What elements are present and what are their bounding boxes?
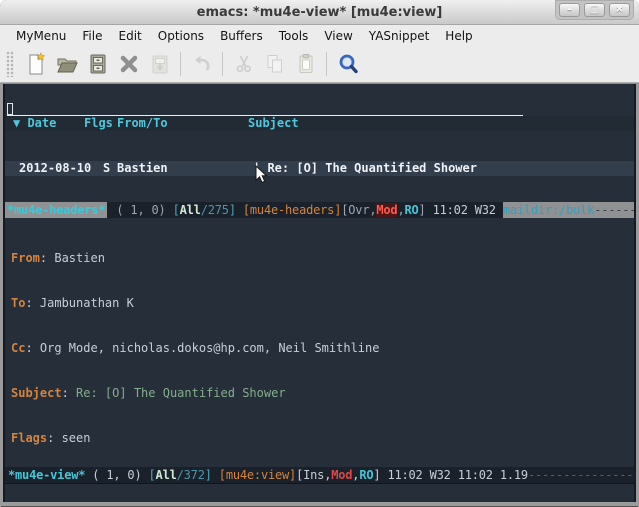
field-value-to: Jambunathan K: [40, 296, 134, 310]
menu-edit[interactable]: Edit: [111, 27, 150, 45]
toolbar-separator: [222, 52, 223, 76]
save-icon[interactable]: [82, 50, 113, 78]
modeline-mu4e-headers[interactable]: *mu4e-headers* ( 1, 0) [ All /275 ] [mu4…: [5, 202, 634, 218]
field-label-from: From: [11, 251, 40, 265]
column-flags: Flgs: [84, 116, 117, 131]
row-subject: | Re: [O] The Quantified Shower: [253, 161, 634, 176]
modeline-filter-all: All: [156, 467, 177, 483]
modeline-mu4e-view[interactable]: *mu4e-view* ( 1, 0) [ All /372 ] [mu4e:v…: [5, 467, 634, 483]
message-row-selected[interactable]: 2012-08-10 S Bastien | Re: [O] The Quant…: [5, 161, 634, 176]
minibuffer-echo-area[interactable]: [5, 483, 634, 502]
mu4e-view-window: From: Bastien To: Jambunathan K Cc: Org …: [5, 218, 634, 467]
modeline-maildir: maildir:/bulk: [503, 203, 594, 217]
modeline-dashes: ----------------------------------------…: [528, 467, 634, 483]
menu-buffers[interactable]: Buffers: [212, 27, 271, 45]
selected-row-underline: [7, 115, 523, 116]
column-subject: Subject: [248, 116, 634, 131]
menu-file[interactable]: File: [74, 27, 110, 45]
cut-icon: [228, 50, 259, 78]
modeline-dashes: ----------------------------------------…: [594, 203, 634, 217]
open-file-icon[interactable]: [51, 50, 82, 78]
headers-column-row: ▼ Date Flgs From/To Subject: [5, 116, 634, 131]
row-from: Bastien: [117, 161, 253, 176]
row-flags: S: [103, 161, 117, 176]
new-file-icon[interactable]: [20, 50, 51, 78]
menu-view[interactable]: View: [316, 27, 360, 45]
column-from: From/To: [117, 116, 248, 131]
field-value-subject: Re: [O] The Quantified Shower: [76, 386, 286, 400]
undo-icon: [186, 50, 217, 78]
field-value-flags: seen: [62, 431, 91, 445]
field-value-cc: Org Mode, nicholas.dokos@hp.com, Neil Sm…: [40, 341, 380, 355]
toolbar-separator: [326, 52, 327, 76]
column-date: ▼ Date: [13, 116, 84, 131]
modeline-flag-ins: Ins: [303, 467, 324, 483]
modeline-filter-count: /275: [201, 203, 229, 217]
modeline-flag-ovr: Ovr: [348, 203, 369, 217]
menu-bar: MyMenu File Edit Options Buffers Tools V…: [0, 25, 639, 46]
mu4e-headers-window: ▼ Date Flgs From/To Subject 2012-08-10 S…: [5, 84, 634, 202]
close-button[interactable]: ×: [609, 3, 630, 17]
toolbar-separator: [180, 52, 181, 76]
modeline-buffer-name: *mu4e-headers*: [5, 202, 107, 218]
field-label-subject: Subject: [11, 386, 62, 400]
emacs-frame: ▼ Date Flgs From/To Subject 2012-08-10 S…: [0, 83, 639, 506]
toolbar-grip[interactable]: [6, 51, 14, 77]
modeline-position: ( 1, 0): [85, 467, 148, 483]
window-title: emacs: *mu4e-view* [mu4e:view]: [197, 5, 443, 20]
tool-bar: [0, 46, 639, 83]
menu-mymenu[interactable]: MyMenu: [8, 27, 74, 45]
field-label-cc: Cc: [11, 341, 25, 355]
menu-tools[interactable]: Tools: [271, 27, 317, 45]
field-label-to: To: [11, 296, 25, 310]
text-cursor: [7, 103, 13, 115]
row-date: 2012-08-10: [19, 161, 103, 176]
window-controls: – □ ×: [555, 0, 634, 20]
modeline-flag-ro: RO: [404, 203, 418, 217]
modeline-flag-mod: Mod: [376, 203, 397, 217]
minimize-button[interactable]: –: [559, 3, 580, 17]
modeline-position: ( 1, 0): [109, 203, 172, 217]
modeline-major-mode: [mu4e:view]: [219, 467, 296, 483]
field-label-flags: Flags: [11, 431, 47, 445]
modeline-filter-all: All: [180, 203, 201, 217]
save-as-icon: [144, 50, 175, 78]
modeline-time: 11:02 W32: [426, 203, 503, 217]
menu-yasnippet[interactable]: YASnippet: [361, 27, 438, 45]
maximize-button[interactable]: □: [584, 3, 605, 17]
modeline-major-mode: [mu4e-headers]: [243, 203, 341, 217]
titlebar: emacs: *mu4e-view* [mu4e:view] – □ ×: [0, 0, 639, 25]
mouse-pointer: [255, 165, 268, 189]
close-buffer-icon[interactable]: [113, 50, 144, 78]
menu-options[interactable]: Options: [150, 27, 212, 45]
emacs-window: emacs: *mu4e-view* [mu4e:view] – □ × MyM…: [0, 0, 639, 507]
modeline-buffer-name: *mu4e-view*: [5, 467, 85, 483]
modeline-filter-count: /372: [177, 467, 205, 483]
copy-icon: [259, 50, 290, 78]
menu-help[interactable]: Help: [437, 27, 480, 45]
modeline-flag-mod: Mod: [331, 467, 352, 483]
paste-icon: [290, 50, 321, 78]
field-value-from: Bastien: [54, 251, 105, 265]
modeline-flag-ro: RO: [359, 467, 373, 483]
search-icon[interactable]: [332, 50, 363, 78]
modeline-time: 11:02 W32 11:02 1.19: [380, 467, 528, 483]
